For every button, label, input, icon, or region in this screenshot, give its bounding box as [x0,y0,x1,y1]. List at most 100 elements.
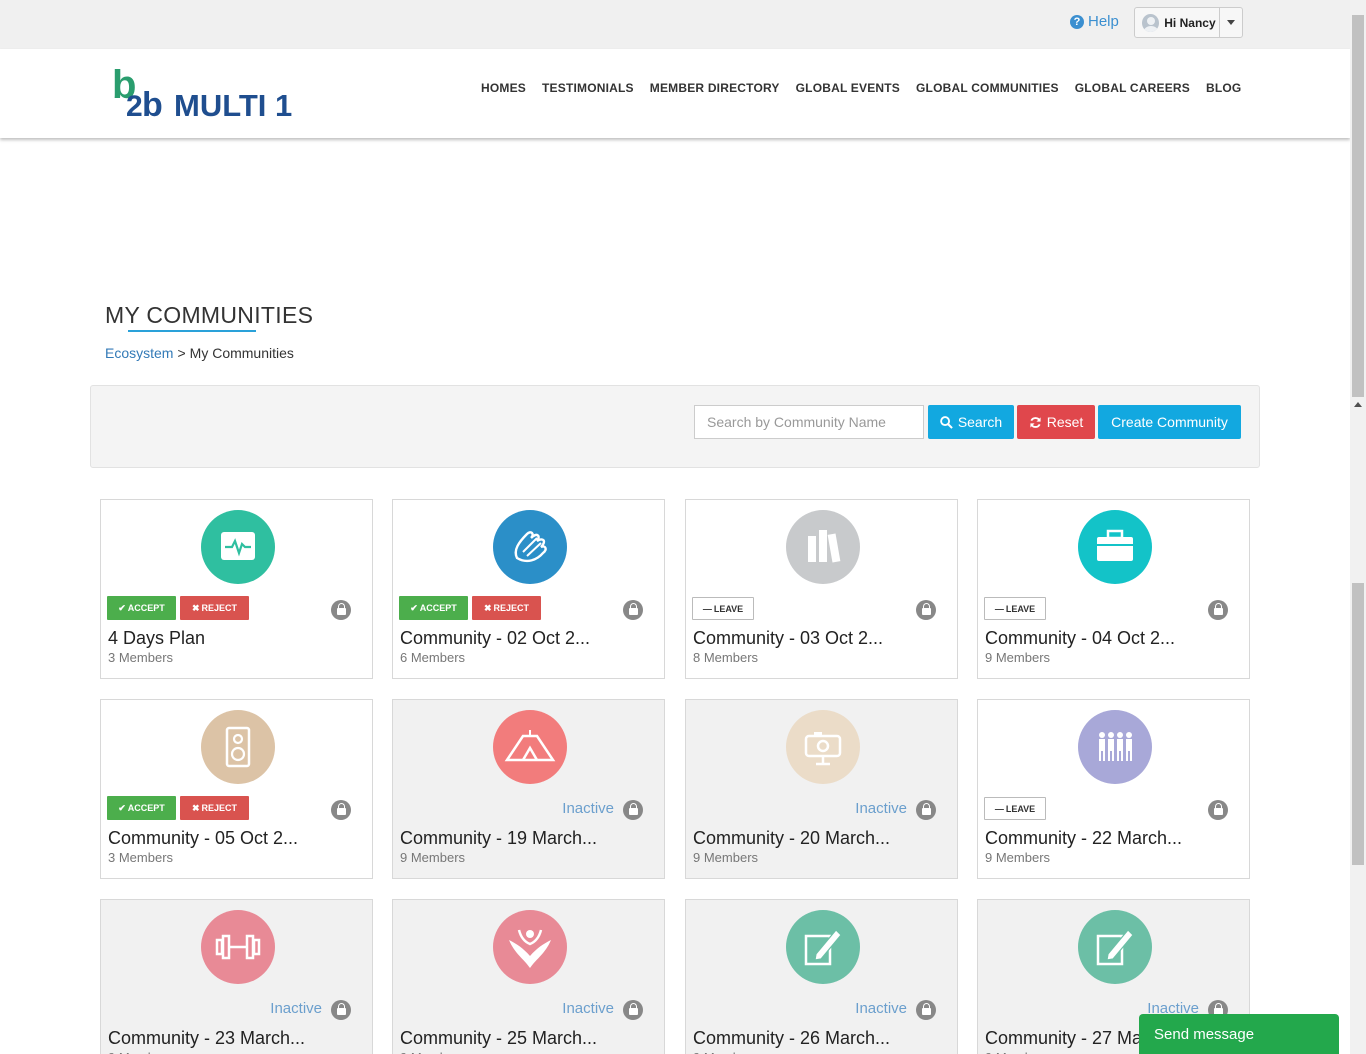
scrollbar-thumb[interactable] [1352,15,1364,397]
help-link[interactable]: ? Help [1070,13,1119,30]
community-name[interactable]: Community - 05 Oct 2... [108,828,298,849]
breadcrumb: Ecosystem > My Communities [105,345,294,361]
accept-label: ACCEPT [127,803,165,813]
nav-global-careers[interactable]: GLOBAL CAREERS [1067,81,1198,95]
projector-icon[interactable] [786,710,860,784]
caret-down-icon [1226,20,1235,25]
community-card[interactable]: ✔ ACCEPT ✖ REJECT Community - 02 Oct 2... 6 M… [392,499,665,679]
nav-member-directory[interactable]: MEMBER DIRECTORY [642,81,788,95]
community-members-count: 8 Members [693,650,759,665]
user-greeting: Hi Nancy [1164,15,1216,30]
scrollbar-thumb-secondary[interactable] [1352,583,1364,865]
breadcrumb-ecosystem-link[interactable]: Ecosystem [105,345,173,361]
community-name[interactable]: Community - 26 March... [693,1028,890,1049]
community-card[interactable]: — LEAVE Community - 03 Oct 2... 8 Members [685,499,958,679]
community-members-count: 9 Members [693,1050,758,1054]
community-name[interactable]: Community - 27 Ma [985,1028,1142,1049]
community-members-count: 9 Members [400,850,466,865]
user-menu-dropdown-toggle[interactable] [1218,8,1242,37]
reject-label: REJECT [201,603,238,613]
people-group-icon[interactable] [1078,710,1152,784]
nav-global-events[interactable]: GLOBAL EVENTS [788,81,908,95]
community-card[interactable]: ✔ ACCEPT ✖ REJECT Community - 05 Oct 2... 3 M… [100,699,373,879]
inactive-status: Inactive [270,1000,322,1017]
reject-button[interactable]: ✖ REJECT [180,796,249,820]
lock-icon [623,800,643,820]
community-card[interactable]: Inactive Community - 19 March... 9 Members [392,699,665,879]
community-card[interactable]: Inactive Community - 20 March... 9 Members [685,699,958,879]
lotus-figure-icon[interactable] [493,910,567,984]
heartbeat-monitor-icon[interactable] [201,510,275,584]
accept-button[interactable]: ✔ ACCEPT [107,596,176,620]
x-icon: ✖ [191,802,200,813]
edit-note-icon[interactable] [786,910,860,984]
search-button[interactable]: Search [928,405,1014,439]
community-name[interactable]: Community - 23 March... [108,1028,305,1049]
leave-button[interactable]: — LEAVE [984,797,1046,820]
books-icon[interactable] [786,510,860,584]
community-name[interactable]: 4 Days Plan [108,628,205,649]
inactive-status: Inactive [855,800,907,817]
lock-icon [331,600,351,620]
community-card[interactable]: Inactive Community - 26 March...9 Members [685,899,958,1054]
community-card[interactable]: — LEAVE Community - 22 March... 9 Members [977,699,1250,879]
nav-menu: HOMES TESTIMONIALS MEMBER DIRECTORY GLOB… [473,81,1249,95]
accept-button[interactable]: ✔ ACCEPT [399,596,468,620]
nav-global-communities[interactable]: GLOBAL COMMUNITIES [908,81,1067,95]
nav-homes[interactable]: HOMES [473,81,534,95]
tent-icon[interactable] [493,710,567,784]
leave-button[interactable]: — LEAVE [984,597,1046,620]
edit-note-icon[interactable] [1078,910,1152,984]
speaker-icon[interactable] [201,710,275,784]
page-scrollbar[interactable] [1350,0,1366,1054]
user-menu-button[interactable]: Hi Nancy [1134,7,1243,38]
community-name[interactable]: Community - 20 March... [693,828,890,849]
nav-blog[interactable]: BLOG [1198,81,1249,95]
minus-icon: — [702,603,712,614]
briefcase-icon[interactable] [1078,510,1152,584]
lock-icon [331,1000,351,1020]
breadcrumb-separator: > [177,345,186,361]
x-icon: ✖ [483,602,492,613]
community-name[interactable]: Community - 04 Oct 2... [985,628,1175,649]
breadcrumb-current: My Communities [189,345,294,361]
scroll-up-arrow-icon[interactable] [1354,402,1362,407]
svg-text:MULTI 1: MULTI 1 [174,88,292,122]
dumbbell-icon[interactable] [201,910,275,984]
reset-button[interactable]: Reset [1017,405,1095,439]
praying-hands-icon[interactable] [493,510,567,584]
reject-button[interactable]: ✖ REJECT [180,596,249,620]
community-search-input[interactable] [694,405,924,439]
reject-button[interactable]: ✖ REJECT [472,596,541,620]
create-community-button[interactable]: Create Community [1098,405,1241,439]
community-name[interactable]: Community - 02 Oct 2... [400,628,590,649]
community-card[interactable]: ✔ ACCEPT ✖ REJECT 4 Days Plan 3 Members [100,499,373,679]
inactive-status: Inactive [562,1000,614,1017]
accept-button[interactable]: ✔ ACCEPT [107,796,176,820]
page-title: MY COMMUNITIES [105,302,314,328]
community-name[interactable]: Community - 22 March... [985,828,1182,849]
community-card[interactable]: Inactive Community - 23 March...9 Members [100,899,373,1054]
lock-icon [623,1000,643,1020]
leave-button[interactable]: — LEAVE [692,597,754,620]
reject-label: REJECT [201,803,238,813]
search-button-label: Search [957,414,1003,430]
community-name[interactable]: Community - 19 March... [400,828,597,849]
minus-icon: — [994,803,1004,814]
minus-icon: — [994,603,1004,614]
leave-label: LEAVE [1005,603,1036,614]
refresh-icon [1030,416,1041,428]
lock-icon [916,800,936,820]
site-logo[interactable]: b 2 b MULTI 1 [112,63,312,124]
community-members-count: 9 Members [400,1050,465,1054]
community-name[interactable]: Community - 25 March... [400,1028,597,1049]
check-icon: ✔ [410,602,418,613]
x-icon: ✖ [191,602,200,613]
community-card[interactable]: Inactive Community - 25 March...9 Members [392,899,665,1054]
community-card[interactable]: — LEAVE Community - 04 Oct 2... 9 Members [977,499,1250,679]
question-circle-icon: ? [1070,14,1084,29]
nav-testimonials[interactable]: TESTIMONIALS [534,81,642,95]
send-message-chat-button[interactable]: Send message [1139,1014,1339,1054]
inactive-status: Inactive [562,800,614,817]
community-name[interactable]: Community - 03 Oct 2... [693,628,883,649]
